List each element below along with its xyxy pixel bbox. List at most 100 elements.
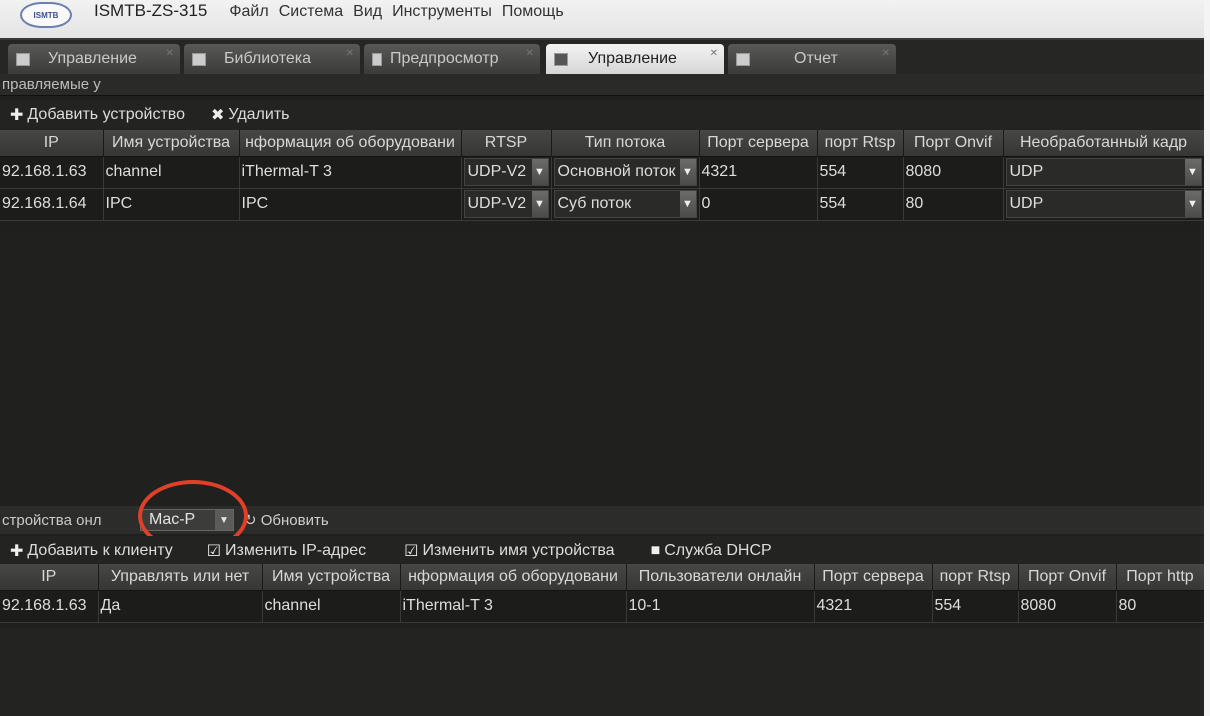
table-row[interactable]: 92.168.1.63 Да channel iThermal-T 3 10-1… — [0, 590, 1204, 623]
dropdown-arrow-icon: ▼ — [679, 159, 696, 185]
plus-icon: ✚ — [10, 543, 24, 560]
stream-value: Суб поток — [557, 195, 632, 212]
logo-text: ISMTB — [33, 10, 59, 20]
col-rtsp-port[interactable]: порт Rtsp — [817, 130, 904, 157]
menu-bar: Файл Система Вид Инструменты Помощь — [229, 3, 573, 21]
dhcp-checkbox[interactable]: ■ Служба DHCP — [651, 542, 772, 560]
tab-label: Управление — [588, 50, 677, 67]
cell-ip: 92.168.1.63 — [0, 590, 99, 623]
cell-onvif-port[interactable]: 8080 — [903, 156, 1004, 189]
managed-toolbar: ✚ Добавить устройство ✖ Удалить — [0, 100, 1204, 130]
tab-preview[interactable]: Предпросмотр ✕ — [364, 44, 540, 74]
col-onvif-port[interactable]: Порт Onvif — [1018, 564, 1117, 591]
edit-icon: ☑ — [206, 543, 222, 560]
raw-frame-select[interactable]: UDP ▼ — [1005, 158, 1202, 186]
app-window: ISMTB ISMTB-ZS-315 Файл Система Вид Инст… — [0, 0, 1204, 716]
close-icon[interactable]: ✕ — [526, 48, 534, 59]
menu-tools[interactable]: Инструменты — [392, 3, 492, 21]
tab-label: Предпросмотр — [390, 50, 499, 67]
close-icon[interactable]: ✕ — [346, 48, 354, 59]
col-onvif-port[interactable]: Порт Onvif — [903, 130, 1004, 157]
add-to-client-button[interactable]: ✚ Добавить к клиенту — [10, 541, 173, 561]
cell-info: IPC — [239, 188, 462, 221]
col-managed[interactable]: Управлять или нет — [98, 564, 263, 591]
rename-device-button[interactable]: ☑ Изменить имя устройства — [404, 541, 614, 561]
cell-server-port[interactable]: 4321 — [699, 156, 818, 189]
managed-table-empty-area — [0, 230, 1204, 510]
cell-rtsp-port[interactable]: 554 — [817, 156, 904, 189]
plus-icon: ✚ — [10, 107, 24, 124]
cell-server-port: 4321 — [814, 590, 933, 623]
dropdown-arrow-icon: ▼ — [679, 191, 696, 217]
add-device-button[interactable]: ✚ Добавить устройство — [10, 105, 185, 125]
cell-rtsp: UDP-V2 ▼ — [461, 188, 552, 221]
col-http-port[interactable]: Порт http — [1116, 564, 1204, 591]
managed-devices-table: IP Имя устройства нформация об оборудова… — [0, 130, 1204, 221]
online-devices-table: IP Управлять или нет Имя устройства нфор… — [0, 564, 1204, 623]
managed-devices-label: правляемые у — [0, 74, 1204, 96]
cell-managed: Да — [98, 590, 263, 623]
tab-control-1[interactable]: Управление ✕ — [8, 44, 180, 74]
tab-control-2[interactable]: Управление ✕ — [546, 44, 724, 74]
table-header: IP Управлять или нет Имя устройства нфор… — [0, 564, 1204, 591]
cell-onvif-port: 8080 — [1018, 590, 1117, 623]
cell-ip: 92.168.1.63 — [0, 156, 104, 189]
col-rtsp[interactable]: RTSP — [461, 130, 552, 157]
close-icon[interactable]: ✕ — [166, 48, 174, 59]
col-server-port[interactable]: Порт сервера — [814, 564, 933, 591]
app-logo: ISMTB — [20, 2, 72, 28]
edit-icon: ☑ — [404, 543, 419, 560]
change-ip-button[interactable]: ☑ Изменить IP-адрес — [207, 541, 366, 561]
rtsp-select[interactable]: UDP-V2 ▼ — [463, 190, 549, 218]
table-row[interactable]: 92.168.1.64 IPC IPC UDP-V2 ▼ Суб поток ▼ 0… — [0, 188, 1204, 221]
rtsp-value: UDP-V2 — [467, 195, 527, 212]
close-icon[interactable]: ✕ — [882, 48, 890, 59]
menu-help[interactable]: Помощь — [502, 3, 564, 21]
dropdown-arrow-icon: ▼ — [1184, 159, 1201, 185]
stream-type-select[interactable]: Основной поток ▼ — [553, 158, 697, 186]
title-bar: ISMTB ISMTB-ZS-315 Файл Система Вид Инст… — [0, 0, 1204, 38]
rtsp-select[interactable]: UDP-V2 ▼ — [463, 158, 549, 186]
menu-file[interactable]: Файл — [229, 3, 268, 21]
cell-ip: 92.168.1.64 — [0, 188, 104, 221]
menu-view[interactable]: Вид — [353, 3, 382, 21]
grid-icon — [16, 52, 30, 66]
tab-report[interactable]: Отчет ✕ — [728, 44, 896, 74]
col-hw-info[interactable]: нформация об оборудовани — [239, 130, 462, 157]
col-rtsp-port[interactable]: порт Rtsp — [932, 564, 1019, 591]
col-raw-frame[interactable]: Необработанный кадр — [1003, 130, 1204, 157]
dropdown-arrow-icon: ▼ — [531, 159, 548, 185]
table-row[interactable]: 92.168.1.63 channel iThermal-T 3 UDP-V2 ▼… — [0, 156, 1204, 189]
cell-rtsp-port[interactable]: 554 — [817, 188, 904, 221]
checkbox-icon: ■ — [650, 542, 661, 559]
col-stream-type[interactable]: Тип потока — [551, 130, 700, 157]
cell-name: channel — [262, 590, 401, 623]
cell-online-users: 10-1 — [626, 590, 815, 623]
col-server-port[interactable]: Порт сервера — [699, 130, 818, 157]
tab-library[interactable]: Библиотека ✕ — [184, 44, 360, 74]
dropdown-arrow-icon: ▼ — [1184, 191, 1201, 217]
refresh-label: Обновить — [260, 512, 329, 529]
col-ip[interactable]: IP — [0, 130, 104, 157]
cell-stream: Суб поток ▼ — [551, 188, 700, 221]
cell-onvif-port[interactable]: 80 — [903, 188, 1004, 221]
col-hw-info[interactable]: нформация об оборудовани — [400, 564, 627, 591]
cell-name: channel — [103, 156, 240, 189]
raw-frame-select[interactable]: UDP ▼ — [1005, 190, 1202, 218]
menu-system[interactable]: Система — [279, 3, 343, 21]
rtsp-value: UDP-V2 — [467, 163, 527, 180]
stream-type-select[interactable]: Суб поток ▼ — [553, 190, 697, 218]
col-ip[interactable]: IP — [0, 564, 99, 591]
dhcp-label: Служба DHCP — [664, 542, 772, 559]
close-icon[interactable]: ✕ — [710, 48, 718, 59]
delete-button[interactable]: ✖ Удалить — [211, 105, 290, 125]
col-online-users[interactable]: Пользователи онлайн — [626, 564, 815, 591]
col-device-name[interactable]: Имя устройства — [103, 130, 240, 157]
dropdown-arrow-icon: ▼ — [215, 510, 233, 530]
refresh-button[interactable]: ↻ Обновить — [244, 511, 329, 529]
mac-filter-select[interactable]: Mac-P ▼ — [140, 509, 234, 531]
dropdown-arrow-icon: ▼ — [531, 191, 548, 217]
cell-stream: Основной поток ▼ — [551, 156, 700, 189]
cell-server-port[interactable]: 0 — [699, 188, 818, 221]
col-device-name[interactable]: Имя устройства — [262, 564, 401, 591]
